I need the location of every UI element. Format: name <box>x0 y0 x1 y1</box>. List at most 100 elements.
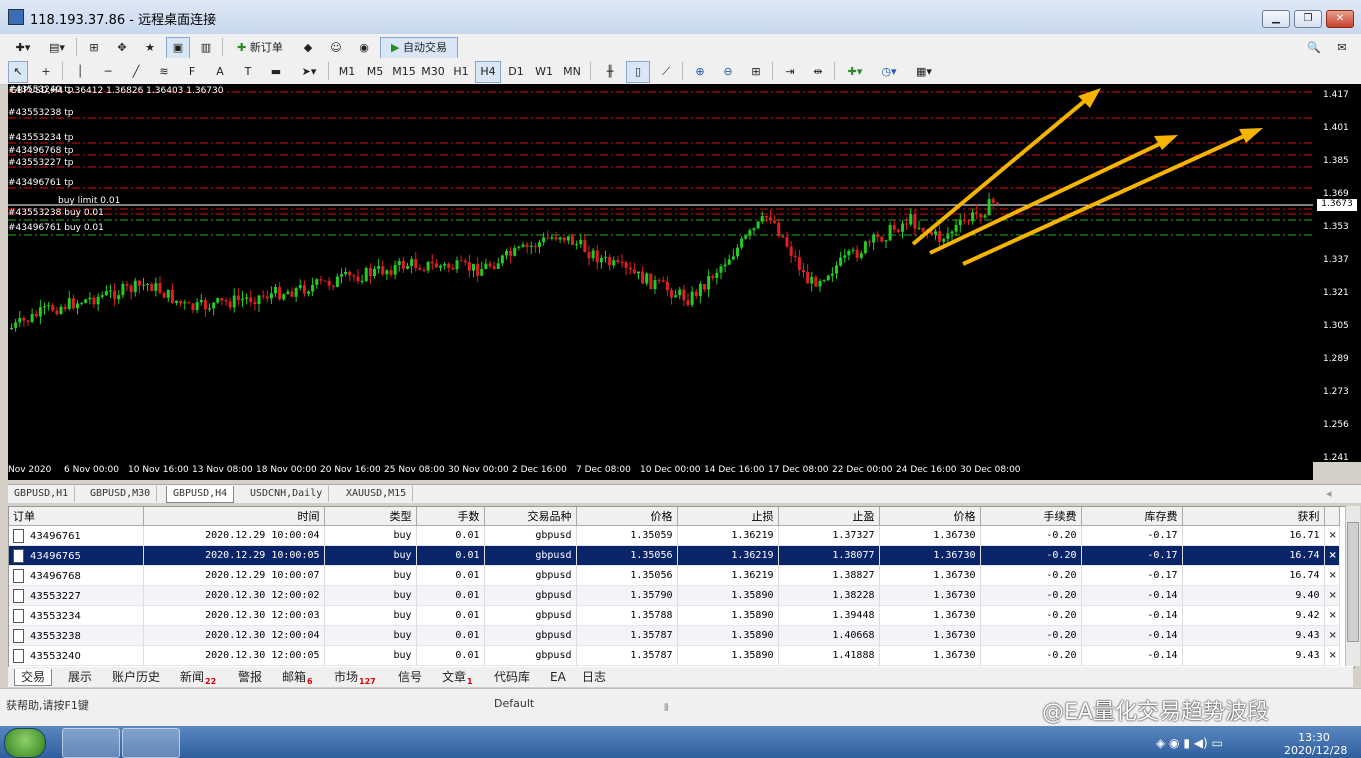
close-order-icon[interactable]: × <box>1324 625 1340 646</box>
col-tp[interactable]: 止盈 <box>778 507 880 526</box>
text-label-icon[interactable]: T <box>238 61 258 83</box>
timeframe-M30[interactable]: M30 <box>419 61 447 83</box>
table-row[interactable]: 43496761 2020.12.29 10:00:04 buy 0.01 gbpusd… <box>9 525 1340 546</box>
strategy-tester-icon[interactable]: ▥ <box>194 37 218 59</box>
scroll-left-icon[interactable]: ◂ <box>1326 487 1332 500</box>
text-icon[interactable]: A <box>210 61 230 83</box>
chart-tab[interactable]: USDCNH,Daily <box>244 486 330 502</box>
new-chart-icon[interactable]: ✚▾ <box>8 37 38 59</box>
close-order-icon[interactable]: × <box>1324 545 1340 566</box>
timeframe-H1[interactable]: H1 <box>448 61 474 83</box>
tab-codebase[interactable]: 代码库 <box>494 669 530 685</box>
chart-tab[interactable]: XAUUSD,M15 <box>340 486 414 502</box>
tray-icons[interactable]: ◈ ◉ ▮ ◀) ▭ <box>1156 736 1223 750</box>
minimize-button[interactable]: ▁ <box>1262 10 1290 28</box>
timeframe-W1[interactable]: W1 <box>531 61 557 83</box>
table-row[interactable]: 43553238 2020.12.30 12:00:04 buy 0.01 gbpusd… <box>9 625 1340 646</box>
terminal-icon[interactable]: ▣ <box>166 37 190 59</box>
auto-scroll-icon[interactable]: ⇥ <box>778 61 802 83</box>
tab-news[interactable]: 新闻22 <box>180 669 216 686</box>
table-row[interactable]: 43553234 2020.12.30 12:00:03 buy 0.01 gbpusd… <box>9 605 1340 626</box>
col-swap[interactable]: 库存费 <box>1081 507 1183 526</box>
scrollbar-thumb[interactable] <box>1347 522 1359 642</box>
col-type[interactable]: 类型 <box>324 507 417 526</box>
crosshair-icon[interactable]: + <box>34 61 58 83</box>
zoom-out-icon[interactable]: ⊖ <box>716 61 740 83</box>
tab-mailbox[interactable]: 邮箱6 <box>282 669 313 686</box>
line-chart-icon[interactable]: ⟋ <box>654 61 678 83</box>
tile-windows-icon[interactable]: ⊞ <box>744 61 768 83</box>
tab-ea[interactable]: EA <box>550 669 566 685</box>
col-sl[interactable]: 止损 <box>677 507 779 526</box>
timeframe-D1[interactable]: D1 <box>503 61 529 83</box>
signals-icon[interactable]: ◉ <box>352 37 376 59</box>
timeframe-H4[interactable]: H4 <box>475 61 501 83</box>
close-order-icon[interactable]: × <box>1324 525 1340 546</box>
community-icon[interactable]: ☺ <box>324 37 348 59</box>
tab-account-history[interactable]: 账户历史 <box>112 669 160 685</box>
chart-tab[interactable]: GBPUSD,M30 <box>84 486 158 502</box>
arrows-icon[interactable]: ➤▾ <box>294 61 324 83</box>
col-time[interactable]: 时间 <box>143 507 325 526</box>
vertical-line-icon[interactable]: │ <box>70 61 90 83</box>
horizontal-line-icon[interactable]: ─ <box>98 61 118 83</box>
timeframe-MN[interactable]: MN <box>559 61 585 83</box>
table-row[interactable]: 43553227 2020.12.30 12:00:02 buy 0.01 gbpusd… <box>9 585 1340 606</box>
table-row[interactable]: 43553240 2020.12.30 12:00:05 buy 0.01 gbpusd… <box>9 645 1340 666</box>
col-profit[interactable]: 获利 <box>1182 507 1325 526</box>
col-symbol[interactable]: 交易品种 <box>484 507 577 526</box>
table-row[interactable]: 43496765 2020.12.29 10:00:05 buy 0.01 gbpusd… <box>9 545 1340 566</box>
channel-icon[interactable]: ≋ <box>154 61 174 83</box>
close-order-icon[interactable]: × <box>1324 585 1340 606</box>
close-button[interactable]: ✕ <box>1326 10 1354 28</box>
tab-market[interactable]: 市场127 <box>334 669 376 686</box>
tab-signals[interactable]: 信号 <box>398 669 422 685</box>
new-order-button[interactable]: ✚ 新订单 <box>228 37 292 59</box>
resize-grip-icon[interactable]: ⦀ <box>664 703 668 714</box>
timeframe-M5[interactable]: M5 <box>362 61 388 83</box>
profiles-icon[interactable]: ▤▾ <box>42 37 72 59</box>
chart-tab[interactable]: GBPUSD,H1 <box>8 486 76 502</box>
market-watch-icon[interactable]: ⊞ <box>82 37 106 59</box>
chart-shift-icon[interactable]: ⇹ <box>806 61 830 83</box>
start-button[interactable] <box>4 728 46 758</box>
col-lots[interactable]: 手数 <box>416 507 485 526</box>
tab-exposure[interactable]: 展示 <box>68 669 92 685</box>
col-open-price[interactable]: 价格 <box>576 507 678 526</box>
candlestick-icon[interactable]: ▯ <box>626 61 650 83</box>
timeframe-M1[interactable]: M1 <box>334 61 360 83</box>
indicators-icon[interactable]: ✚▾ <box>840 61 870 83</box>
navigator-icon[interactable]: ★ <box>138 37 162 59</box>
bar-chart-icon[interactable]: ╫ <box>598 61 622 83</box>
chat-icon[interactable]: ✉ <box>1330 37 1354 59</box>
close-order-icon[interactable]: × <box>1324 645 1340 666</box>
periods-icon[interactable]: ◷▾ <box>874 61 904 83</box>
col-current-price[interactable]: 价格 <box>879 507 981 526</box>
chart-tab-active[interactable]: GBPUSD,H4 <box>166 486 235 503</box>
clock[interactable]: 13:30 2020/12/28 <box>1284 731 1347 757</box>
fibonacci-icon[interactable]: F <box>182 61 202 83</box>
templates-icon[interactable]: ▦▾ <box>908 61 940 83</box>
shapes-icon[interactable]: ▬ <box>266 61 286 83</box>
timeframe-M15[interactable]: M15 <box>390 61 418 83</box>
auto-trading-button[interactable]: ▶ 自动交易 <box>380 37 458 59</box>
close-order-icon[interactable]: × <box>1324 605 1340 626</box>
table-row[interactable]: 43496768 2020.12.29 10:00:07 buy 0.01 gbpusd… <box>9 565 1340 586</box>
taskbar-app-remote-desktop[interactable] <box>62 728 120 758</box>
taskbar-app-wechat[interactable] <box>122 728 180 758</box>
data-window-icon[interactable]: ✥ <box>110 37 134 59</box>
close-order-icon[interactable]: × <box>1324 565 1340 586</box>
cursor-icon[interactable]: ↖ <box>8 61 28 83</box>
tab-articles[interactable]: 文章1 <box>442 669 473 686</box>
tab-trade[interactable]: 交易 <box>14 669 53 686</box>
col-commission[interactable]: 手续费 <box>980 507 1082 526</box>
tab-alerts[interactable]: 警报 <box>238 669 262 685</box>
maximize-button[interactable]: ❐ <box>1294 10 1322 28</box>
trendline-icon[interactable]: ╱ <box>126 61 146 83</box>
col-order[interactable]: 订单 <box>9 507 144 526</box>
search-icon[interactable]: 🔍 <box>1302 37 1326 59</box>
tab-journal[interactable]: 日志 <box>582 669 606 685</box>
metaeditor-icon[interactable]: ◆ <box>296 37 320 59</box>
zoom-in-icon[interactable]: ⊕ <box>688 61 712 83</box>
price-chart[interactable]: GBPUSD,H4 1.36412 1.36826 1.36403 1.3673… <box>8 84 1313 462</box>
